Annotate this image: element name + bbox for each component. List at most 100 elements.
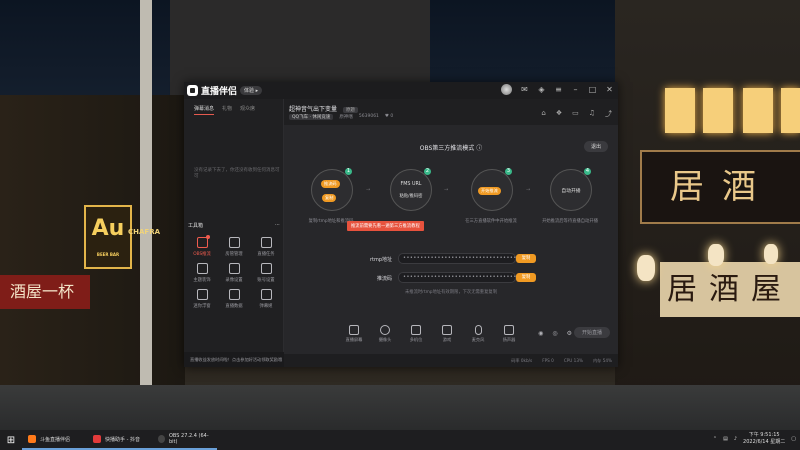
bottom-toolbar: 直播屏幕 摄像头 多机位 游戏 麦克风 扬声器 [342, 325, 521, 343]
volume-icon[interactable]: ♪ [734, 436, 737, 442]
gamepad-icon [442, 325, 452, 335]
tray-arrow-icon[interactable]: ⌃ [713, 436, 717, 442]
multi-cam-tool[interactable]: 多机位 [404, 325, 428, 343]
izakaya-sign: 居酒 [640, 150, 800, 224]
camera-tool[interactable]: 摄像头 [373, 325, 397, 343]
lantern [637, 255, 655, 281]
more-icon[interactable]: ⋯ [275, 222, 280, 229]
preview-icon[interactable]: ◉ [538, 330, 543, 337]
maximize-icon[interactable]: □ [588, 85, 597, 94]
app-logo: 直播伴侣 体验 ▸ [187, 84, 263, 97]
tool-label: 迷你浮窗 [193, 304, 211, 309]
status-fps: FPS 0 [542, 358, 554, 363]
multicam-icon [411, 325, 421, 335]
sidebar-tabs: 弹幕消息 礼物 观众席 [184, 99, 283, 115]
step-3: 3 开始推流 [471, 168, 513, 211]
arrow-icon: → [444, 187, 449, 193]
status-bar: 码率 0kb/s FPS 0 CPU 13% 内存 54% [284, 354, 618, 367]
shop-icon[interactable]: ⌂ [541, 109, 545, 119]
notification-icon[interactable]: ▢ [791, 436, 796, 442]
red-shop-sign: 酒屋一杯 [0, 275, 90, 309]
arrow-icon: → [366, 187, 371, 193]
empty-messages-text: 没有记录下去了，你还没有收到任何消息可可 [194, 168, 280, 179]
taskbar-item-obs[interactable]: OBS 27.2.4 (64-bit) [152, 430, 217, 450]
start-live-button[interactable]: 开始直播 [573, 327, 610, 338]
lantern [764, 244, 778, 264]
tool-item[interactable]: 直播任务 [250, 237, 282, 257]
gift-icon[interactable]: ❖ [556, 109, 562, 119]
tab-danmaku[interactable]: 弹幕消息 [194, 105, 215, 115]
tool-item[interactable]: 直播数据 [218, 289, 250, 309]
version-badge[interactable]: 体验 ▸ [240, 86, 263, 95]
tab-audience[interactable]: 观众席 [240, 105, 255, 115]
tab-gifts[interactable]: 礼物 [222, 105, 232, 115]
tool-item[interactable]: 账号设置 [250, 263, 282, 283]
clock-date: 2022/6/14 星期二 [743, 439, 786, 445]
tool-item[interactable]: 主题装饰 [186, 263, 218, 283]
gear-icon[interactable]: ⚙ [567, 330, 572, 337]
bell-icon[interactable]: ♫ [589, 109, 595, 119]
tool-item[interactable]: 迷你浮窗 [186, 289, 218, 309]
room-title[interactable]: 超神音气出下变量 [289, 106, 337, 113]
eye-icon[interactable]: ◎ [552, 330, 557, 337]
taskbar-item-helper[interactable]: 快播助手 - 抖音 [87, 430, 152, 450]
game-tool[interactable]: 游戏 [435, 325, 459, 343]
tool-item[interactable]: OBS推流 [186, 235, 218, 257]
status-memory: 内存 54% [592, 357, 612, 363]
skin-icon[interactable]: ◈ [537, 85, 546, 94]
taskbar-item-douyu[interactable]: 斗鱼直播伴侣 [22, 430, 87, 450]
tool-icon [260, 237, 272, 248]
tools-grid: OBS推流 房管管理 直播任务主题装饰 录像设置 账号设置迷你浮窗 直播数据 弹幕姬 [186, 235, 282, 309]
tool-label: 直播数据 [225, 304, 243, 309]
windows-start-icon[interactable]: ⊞ [0, 430, 22, 450]
main-panel: 超神音气出下变量 原题 QQ飞车 · 休闲竞速 原神嗜 5639061 ♥ 0 … [284, 99, 618, 367]
notice-text: 直播收益发放时间啦！点击参加好活动领取奖励哦 [190, 357, 283, 362]
title-bar: 直播伴侣 体验 ▸ ✉ ◈ ≡ – □ ✕ [184, 82, 618, 99]
exit-button[interactable]: 退出 [583, 141, 608, 152]
tools-title: 工具箱 [188, 223, 204, 229]
close-icon[interactable]: ✕ [605, 85, 614, 94]
stream-id: 5639061 [358, 114, 379, 119]
help-icon[interactable]: ⓘ [476, 145, 482, 152]
microphone-tool[interactable]: 麦克风 [466, 325, 490, 343]
share-icon[interactable]: ⤴ [605, 109, 612, 119]
rtmp-field[interactable]: •••••••••••••••••••••••••••••••••• [398, 253, 520, 264]
screen-capture-tool[interactable]: 直播屏幕 [342, 325, 366, 343]
menu-icon[interactable]: ≡ [554, 85, 563, 94]
stream-key-label: 推流码 [376, 276, 392, 282]
monitor-icon [349, 325, 359, 335]
stream-key-field[interactable]: •••••••••••••••••••••••••••••••••• [398, 272, 520, 283]
tool-label: 弹幕姬 [259, 304, 273, 309]
room-category[interactable]: QQ飞车 · 休闲竞速 [289, 114, 334, 120]
background-building [170, 0, 430, 95]
tools-header: 工具箱 ⋯ [188, 222, 280, 229]
notice-bar[interactable]: 直播收益发放时间啦！点击参加好活动领取奖励哦 [184, 352, 284, 367]
microphone-icon [474, 325, 482, 335]
mail-icon[interactable]: ✉ [520, 85, 529, 94]
minimize-icon[interactable]: – [571, 85, 580, 94]
copy-key-button[interactable]: 复制 [516, 273, 536, 282]
clock[interactable]: 下午 9:51:15 2022/6/14 星期二 [743, 432, 785, 446]
room-actions: ⌂ ❖ ▭ ♫ ⤴ [541, 109, 612, 119]
step-1: 1 推流码 复制 [311, 168, 353, 211]
screen-icon[interactable]: ▭ [572, 109, 579, 119]
tool-label: 账号设置 [257, 278, 275, 283]
step3-start-pill[interactable]: 开始推流 [478, 187, 501, 195]
speaker-tool[interactable]: 扬声器 [497, 325, 521, 343]
network-icon[interactable]: ▤ [723, 436, 728, 442]
tool-item[interactable]: 录像设置 [218, 263, 250, 283]
step1-key-pill[interactable]: 推流码 [321, 180, 340, 188]
room-subinfo: QQ飞车 · 休闲竞速 原神嗜 5639061 ♥ 0 [289, 114, 393, 120]
tool-item[interactable]: 房管管理 [218, 237, 250, 257]
user-avatar[interactable] [501, 84, 512, 95]
obs-tutorial-button[interactable]: 推流前需要先看一遍第三方推流教程 [347, 221, 424, 231]
status-cpu: CPU 13% [563, 358, 583, 363]
douyu-icon [28, 435, 36, 443]
tool-item[interactable]: 弹幕姬 [250, 289, 282, 309]
step1-copy-pill[interactable]: 复制 [322, 194, 337, 202]
chafra-sign: CHAFRA [128, 228, 161, 236]
utility-pole [140, 0, 152, 400]
copy-rtmp-button[interactable]: 复制 [516, 254, 536, 263]
obs-mode-title: OBS第三方推流模式 ⓘ [419, 145, 483, 152]
room-info-bar: 超神音气出下变量 原题 QQ飞车 · 休闲竞速 原神嗜 5639061 ♥ 0 … [284, 99, 618, 125]
